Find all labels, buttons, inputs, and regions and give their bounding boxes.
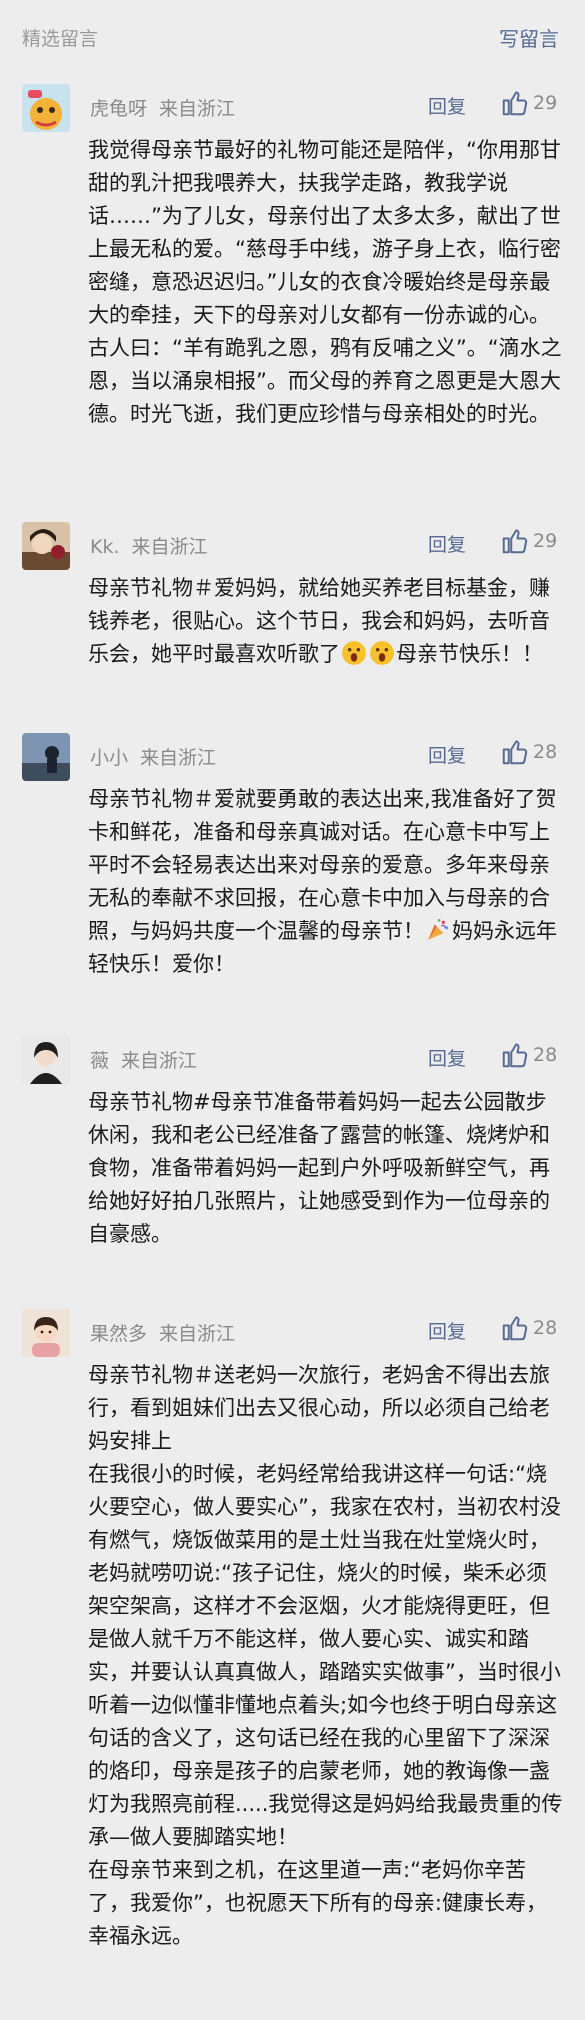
nickname[interactable]: 薇	[90, 1050, 109, 1072]
reply-button[interactable]: 回复	[428, 530, 466, 557]
comment-meta: 虎龟呀 来自浙江	[90, 94, 235, 121]
location: 来自浙江	[159, 1323, 236, 1345]
write-comment-link[interactable]: 写留言	[499, 23, 559, 52]
comment-paragraph: 母亲节礼物＃爱妈妈，就给她买养老目标基金，赚钱养老，很贴心。这个节日，我会和妈妈…	[88, 572, 563, 671]
nickname[interactable]: 小小	[90, 747, 128, 769]
avatar[interactable]	[22, 1036, 70, 1084]
comment-text: 母亲节礼物#母亲节准备带着妈妈一起去公园散步休闲，我和老公已经准备了露营的帐篷、…	[88, 1086, 563, 1251]
location: 来自浙江	[140, 747, 217, 769]
reply-button[interactable]: 回复	[428, 1044, 466, 1071]
nickname[interactable]: Kk.	[90, 536, 120, 558]
like-count: 28	[533, 1317, 558, 1339]
comment-item: Kk. 来自浙江 回复 29 母亲节礼物＃爱妈妈，就给她买养老目标基金，赚钱养老，…	[0, 522, 585, 712]
reply-button[interactable]: 回复	[428, 92, 466, 119]
surprised-face-emoji	[342, 641, 366, 665]
reply-button[interactable]: 回复	[428, 741, 466, 768]
avatar[interactable]	[22, 733, 70, 781]
comment-meta: 小小 来自浙江	[90, 743, 216, 770]
comment-text: 母亲节礼物＃爱就要勇敢的表达出来,我准备好了贺卡和鲜花，准备和母亲真诚对话。在心…	[88, 783, 563, 981]
section-title: 精选留言	[22, 28, 99, 50]
location: 来自浙江	[121, 1050, 198, 1072]
comment-item: 虎龟呀 来自浙江 回复 29 我觉得母亲节最好的礼物可能还是陪伴，“你用那甘甜的乳…	[0, 84, 585, 494]
comment-paragraph: 母亲节礼物#母亲节准备带着妈妈一起去公园散步休闲，我和老公已经准备了露营的帐篷、…	[88, 1090, 550, 1246]
like-count: 29	[533, 530, 558, 552]
comment-paragraph: 在母亲节来到之机，在这里道一声:“老妈你辛苦了，我爱你”，也祝愿天下所有的母亲:…	[88, 1858, 547, 1948]
thumbs-up-icon[interactable]	[500, 1313, 530, 1343]
comment-item: 小小 来自浙江 回复 28 母亲节礼物＃爱就要勇敢的表达出来,我准备好了贺卡和鲜花…	[0, 733, 585, 1023]
location: 来自浙江	[131, 536, 208, 558]
reply-button[interactable]: 回复	[428, 1317, 466, 1344]
comment-paragraph: 我觉得母亲节最好的礼物可能还是陪伴，“你用那甘甜的乳汁把我喂养大，扶我学走路，教…	[88, 138, 562, 426]
comment-item: 薇来自浙江 回复 28 母亲节礼物#母亲节准备带着妈妈一起去公园散步休闲，我和老…	[0, 1036, 585, 1276]
like-count: 28	[533, 1044, 558, 1066]
comment-meta: Kk. 来自浙江	[90, 532, 208, 559]
thumbs-up-icon[interactable]	[500, 526, 530, 556]
comment-item: 果然多 来自浙江 回复 28 母亲节礼物＃送老妈一次旅行，老妈舍不得出去旅行，看到…	[0, 1309, 585, 2009]
comment-paragraph: 母亲节礼物＃送老妈一次旅行，老妈舍不得出去旅行，看到姐妹们出去又很心动，所以必须…	[88, 1363, 550, 1453]
thumbs-up-icon[interactable]	[500, 737, 530, 767]
comment-text: 我觉得母亲节最好的礼物可能还是陪伴，“你用那甘甜的乳汁把我喂养大，扶我学走路，教…	[88, 134, 563, 431]
thumbs-up-icon[interactable]	[500, 88, 530, 118]
comment-paragraph: 在我很小的时候，老妈经常给我讲这样一句话:“烧火要空心，做人要实心”，我家在农村…	[88, 1462, 563, 1849]
nickname[interactable]: 果然多	[90, 1323, 147, 1345]
comment-meta: 果然多 来自浙江	[90, 1319, 235, 1346]
surprised-face-emoji	[370, 641, 394, 665]
comment-text: 母亲节礼物＃送老妈一次旅行，老妈舍不得出去旅行，看到姐妹们出去又很心动，所以必须…	[88, 1359, 563, 1953]
nickname[interactable]: 虎龟呀	[90, 98, 147, 120]
avatar[interactable]	[22, 1309, 70, 1357]
avatar[interactable]	[22, 522, 70, 570]
like-count: 29	[533, 92, 558, 114]
like-count: 28	[533, 741, 558, 763]
comment-paragraph: 母亲节礼物＃爱就要勇敢的表达出来,我准备好了贺卡和鲜花，准备和母亲真诚对话。在心…	[88, 783, 563, 981]
thumbs-up-icon[interactable]	[500, 1040, 530, 1070]
avatar[interactable]	[22, 84, 70, 132]
comment-text-part: 母亲节快乐！！	[396, 642, 543, 666]
comment-meta: 薇来自浙江	[90, 1046, 197, 1073]
comments-header: 精选留言 写留言	[0, 0, 585, 76]
comment-text: 母亲节礼物＃爱妈妈，就给她买养老目标基金，赚钱养老，很贴心。这个节日，我会和妈妈…	[88, 572, 563, 671]
location: 来自浙江	[159, 98, 236, 120]
party-popper-emoji	[428, 918, 449, 940]
